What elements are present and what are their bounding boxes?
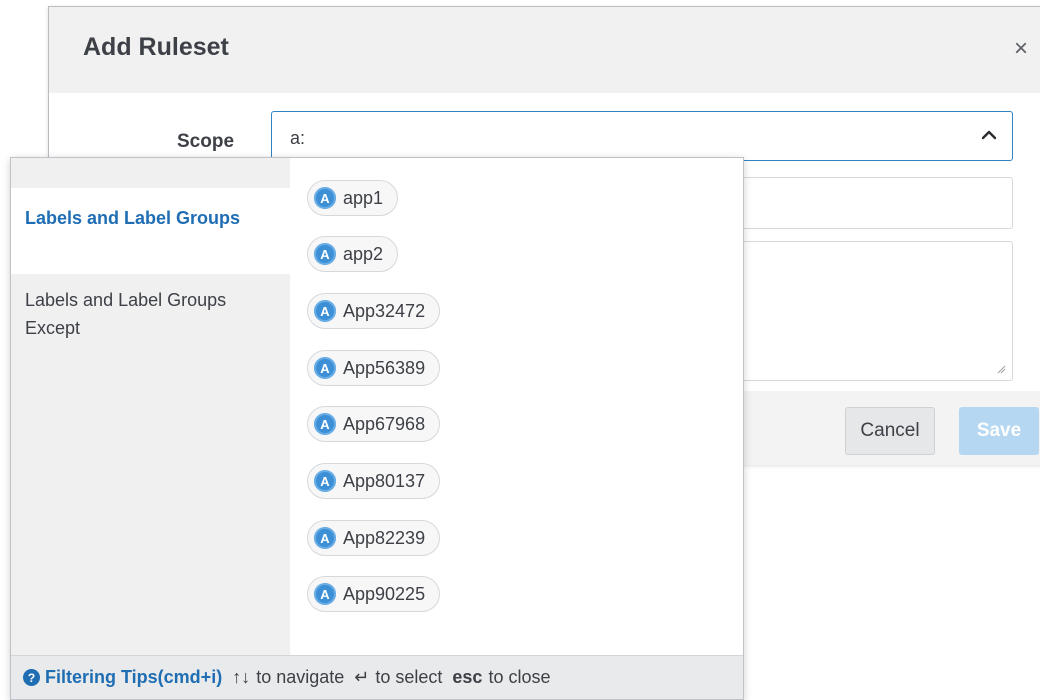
- app-label-icon: A: [314, 300, 336, 322]
- select-hint: to select: [375, 667, 443, 687]
- dropdown-footer: ? Filtering Tips(cmd+i) ↑↓ to navigate ↵…: [11, 655, 743, 699]
- question-circle-icon: ?: [23, 669, 40, 686]
- navigate-hint: to navigate: [256, 667, 345, 687]
- app-label-icon: A: [314, 583, 336, 605]
- filtering-tips-label: Filtering Tips(cmd+i): [45, 667, 223, 687]
- save-button[interactable]: Save: [959, 407, 1039, 455]
- label-name: App32472: [343, 300, 426, 321]
- label-name: App90225: [343, 583, 426, 604]
- scope-label: Scope: [177, 131, 235, 152]
- label-name: App80137: [343, 470, 426, 491]
- enter-key-icon: ↵: [354, 667, 370, 687]
- label-name: app1: [343, 187, 384, 208]
- cancel-button[interactable]: Cancel: [845, 407, 935, 455]
- app-label-icon: A: [314, 413, 336, 435]
- list-item[interactable]: A App82239: [307, 520, 441, 556]
- esc-key-label: esc: [452, 667, 483, 687]
- app-label-icon: A: [314, 470, 336, 492]
- label-name: App67968: [343, 413, 426, 434]
- label-name: App56389: [343, 357, 426, 378]
- scope-select[interactable]: a:: [271, 111, 1013, 161]
- app-label-icon: A: [314, 527, 336, 549]
- list-item[interactable]: A App90225: [307, 576, 441, 612]
- scope-input-value[interactable]: a:: [290, 128, 305, 149]
- arrow-keys-icon: ↑↓: [232, 667, 251, 687]
- scope-dropdown: Labels and Label Groups Labels and Label…: [10, 157, 744, 700]
- app-screen: Add Ruleset × Scope a: Cancel Save Label…: [0, 0, 1040, 700]
- list-item[interactable]: A App56389: [307, 350, 441, 386]
- modal-title: Add Ruleset: [83, 33, 229, 61]
- app-label-icon: A: [314, 187, 336, 209]
- category-labels-and-label-groups-except[interactable]: Labels and Label Groups Except: [11, 274, 290, 348]
- filtering-tips-link[interactable]: ? Filtering Tips(cmd+i): [23, 667, 222, 688]
- label-name: App82239: [343, 527, 426, 548]
- resize-handle-icon[interactable]: [996, 364, 1006, 374]
- chevron-up-icon[interactable]: [980, 126, 998, 144]
- list-item[interactable]: A App80137: [307, 463, 441, 499]
- category-labels-and-label-groups[interactable]: Labels and Label Groups: [11, 188, 290, 274]
- close-icon[interactable]: ×: [1014, 37, 1028, 61]
- label-name: app2: [343, 243, 384, 264]
- modal-header: Add Ruleset ×: [49, 7, 1040, 93]
- category-panel: Labels and Label Groups Labels and Label…: [11, 158, 290, 656]
- app-label-icon: A: [314, 357, 336, 379]
- list-item[interactable]: A App67968: [307, 406, 441, 442]
- close-hint: to close: [488, 667, 551, 687]
- list-item[interactable]: A app2: [307, 236, 399, 272]
- app-label-icon: A: [314, 243, 336, 265]
- list-item[interactable]: A app1: [307, 180, 399, 216]
- list-item[interactable]: A App32472: [307, 293, 441, 329]
